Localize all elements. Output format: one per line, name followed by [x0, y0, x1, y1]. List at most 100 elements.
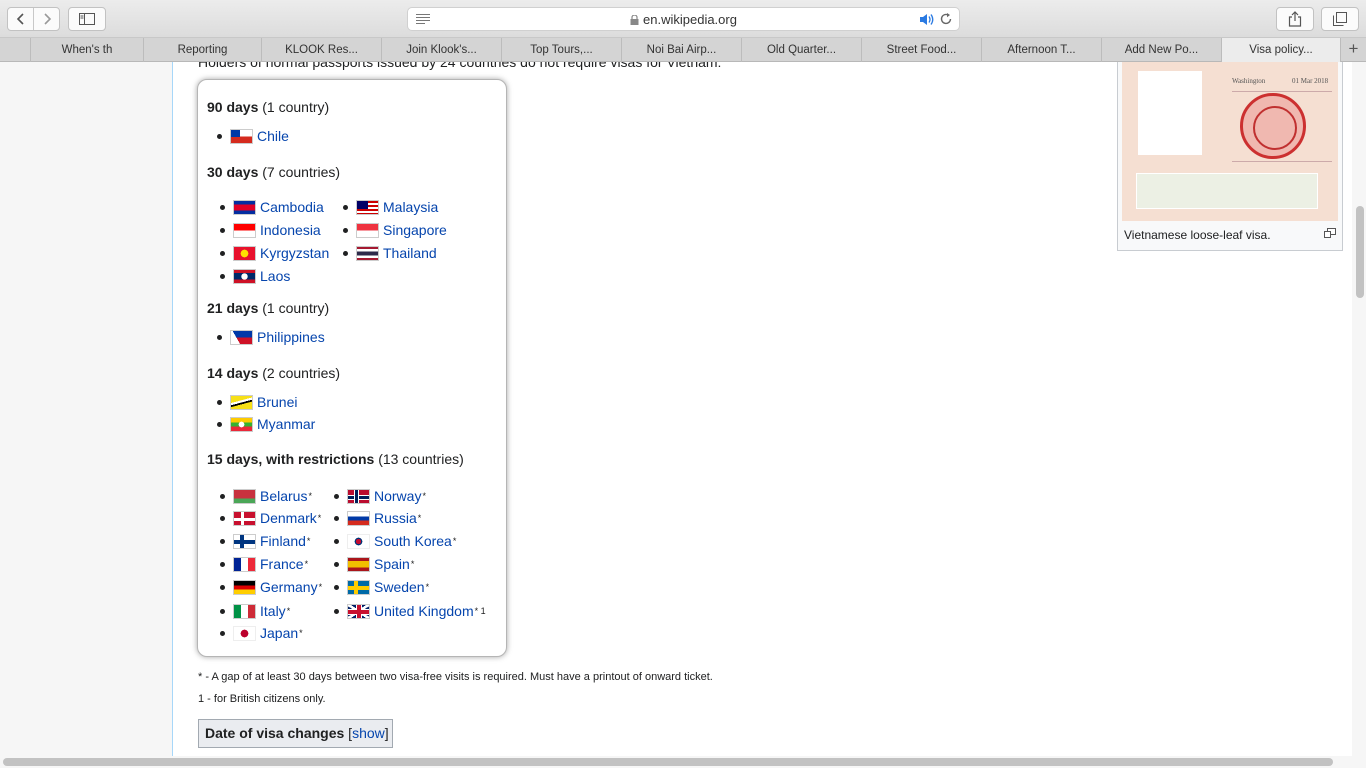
- country-link[interactable]: South Korea: [374, 533, 452, 549]
- country-link[interactable]: Finland: [260, 533, 306, 549]
- horizontal-scrollbar[interactable]: [0, 756, 1366, 768]
- tab-9[interactable]: Add New Po...: [1101, 38, 1221, 62]
- visa-free-list-box: 90 days (1 country) Chile 30 days (7 cou…: [197, 79, 507, 657]
- vertical-scroll-thumb[interactable]: [1356, 206, 1364, 298]
- intro-text: Holders of normal passports issued by 24…: [198, 62, 722, 70]
- tab-0[interactable]: When's th: [30, 38, 143, 62]
- list-item: Thailand: [343, 244, 437, 262]
- flag-sweden-icon: [347, 579, 370, 595]
- group-heading: 14 days (2 countries): [207, 365, 340, 381]
- footnote-marker[interactable]: *: [287, 606, 291, 616]
- country-link[interactable]: Chile: [257, 128, 289, 144]
- share-button[interactable]: [1276, 7, 1314, 31]
- flag-spain-icon: [347, 556, 370, 572]
- tab-4[interactable]: Top Tours,...: [501, 38, 621, 62]
- tab-1[interactable]: Reporting: [143, 38, 261, 62]
- passport-photo-area: [1138, 71, 1202, 155]
- tab-label: Noi Bai Airp...: [646, 44, 717, 56]
- flag-japan-icon: [233, 625, 256, 641]
- country-link[interactable]: Italy: [260, 603, 286, 619]
- horizontal-scroll-thumb[interactable]: [3, 758, 1333, 766]
- country-link[interactable]: Denmark: [260, 510, 317, 526]
- footnote-marker[interactable]: *: [299, 628, 303, 638]
- forward-button[interactable]: [33, 8, 59, 30]
- list-item: Italy *: [220, 602, 290, 620]
- list-item: Laos: [220, 267, 290, 285]
- bullet: [220, 515, 225, 521]
- footnote-marker[interactable]: *: [411, 559, 415, 569]
- chevron-left-icon: [16, 13, 24, 25]
- tabs-overview-icon: [1333, 12, 1347, 26]
- back-button[interactable]: [8, 8, 33, 30]
- tab-label: Old Quarter...: [766, 44, 837, 56]
- footnote-marker[interactable]: *: [426, 582, 430, 592]
- tab-3[interactable]: Join Klook's...: [381, 38, 501, 62]
- footnote-marker[interactable]: *: [422, 491, 426, 501]
- tab-label: Visa policy...: [1249, 44, 1313, 56]
- footnote-one: 1 - for British citizens only.: [198, 693, 326, 705]
- country-link[interactable]: Malaysia: [383, 199, 438, 215]
- footnote-marker[interactable]: * 1: [475, 606, 486, 616]
- country-link[interactable]: Germany: [260, 579, 318, 595]
- country-link[interactable]: Laos: [260, 268, 290, 284]
- tab-label: Add New Po...: [1124, 44, 1199, 56]
- country-link[interactable]: Brunei: [257, 394, 297, 410]
- tab-6[interactable]: Old Quarter...: [741, 38, 861, 62]
- country-link[interactable]: Belarus: [260, 488, 307, 504]
- country-link[interactable]: Singapore: [383, 222, 447, 238]
- reload-icon[interactable]: [939, 12, 953, 26]
- new-tab-button[interactable]: +: [1340, 38, 1366, 62]
- tab-5[interactable]: Noi Bai Airp...: [621, 38, 741, 62]
- list-item: Cambodia: [220, 198, 324, 216]
- tab-7[interactable]: Street Food...: [861, 38, 981, 62]
- bullet: [343, 227, 348, 233]
- bullet: [220, 584, 225, 590]
- country-link[interactable]: Sweden: [374, 579, 425, 595]
- address-bar[interactable]: en.wikipedia.org: [407, 7, 960, 31]
- footnote-marker[interactable]: *: [307, 536, 311, 546]
- group-heading: 90 days (1 country): [207, 99, 329, 115]
- speaker-icon[interactable]: [919, 13, 935, 26]
- navigation-buttons: [7, 7, 60, 31]
- flag-belarus-icon: [233, 488, 256, 504]
- bullet: [220, 538, 225, 544]
- country-link[interactable]: France: [260, 556, 304, 572]
- footnote-marker[interactable]: *: [453, 536, 457, 546]
- footnote-marker[interactable]: *: [418, 513, 422, 523]
- country-link[interactable]: Kyrgyzstan: [260, 245, 329, 261]
- bullet: [217, 334, 222, 340]
- tab-2[interactable]: KLOOK Res...: [261, 38, 381, 62]
- country-link[interactable]: Philippines: [257, 329, 325, 345]
- footnote-marker[interactable]: *: [305, 559, 309, 569]
- country-link[interactable]: Myanmar: [257, 416, 315, 432]
- country-link[interactable]: Thailand: [383, 245, 437, 261]
- country-link[interactable]: Cambodia: [260, 199, 324, 215]
- country-link[interactable]: Spain: [374, 556, 410, 572]
- list-item: South Korea *: [334, 532, 456, 550]
- tab-label: KLOOK Res...: [285, 44, 358, 56]
- article-content: Holders of normal passports issued by 24…: [172, 62, 1352, 756]
- footnote-marker[interactable]: *: [308, 491, 312, 501]
- country-link[interactable]: Norway: [374, 488, 421, 504]
- footnote-marker[interactable]: *: [319, 582, 323, 592]
- tab-10-active[interactable]: Visa policy...: [1221, 38, 1340, 63]
- country-link[interactable]: Russia: [374, 510, 417, 526]
- country-link[interactable]: Japan: [260, 625, 298, 641]
- vertical-scrollbar[interactable]: [1354, 62, 1366, 756]
- sidebar-toggle-button[interactable]: [68, 7, 106, 31]
- flag-south-korea-icon: [347, 533, 370, 549]
- flag-malaysia-icon: [356, 199, 379, 215]
- footnote-marker[interactable]: *: [318, 513, 322, 523]
- country-link[interactable]: Indonesia: [260, 222, 321, 238]
- show-toggle-link[interactable]: show: [352, 725, 385, 741]
- tab-8[interactable]: Afternoon T...: [981, 38, 1101, 62]
- form-line: [1232, 91, 1332, 92]
- enlarge-icon[interactable]: [1324, 228, 1336, 238]
- country-link[interactable]: United Kingdom: [374, 603, 474, 619]
- flag-russia-icon: [347, 510, 370, 526]
- flag-singapore-icon: [356, 222, 379, 238]
- list-item: Malaysia: [343, 198, 438, 216]
- loose-leaf-visa-image[interactable]: Washington 01 Mar 2018: [1122, 62, 1338, 221]
- show-all-tabs-button[interactable]: [1321, 7, 1359, 31]
- blurred-text-area: [1136, 173, 1318, 209]
